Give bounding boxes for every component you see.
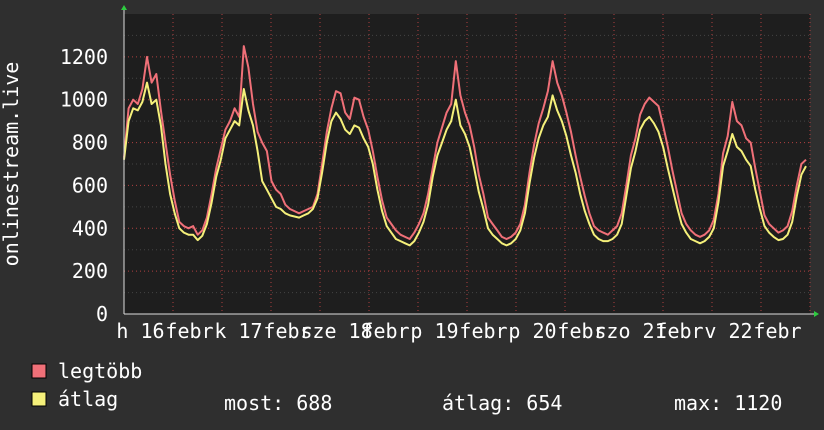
- x-tick-label: v 22: [704, 319, 752, 343]
- legend-label: átlag: [58, 387, 118, 411]
- legend-label: legtöbb: [58, 359, 142, 383]
- x-tick-label: p 19: [410, 319, 458, 343]
- stat-item: max: 1120: [674, 391, 782, 415]
- legend-swatch: [31, 391, 47, 407]
- x-tick-label: h 16: [116, 319, 164, 343]
- y-axis-arrow: [121, 5, 127, 10]
- x-tick-label: febr: [459, 319, 507, 343]
- x-axis-arrow: [814, 311, 819, 317]
- y-tick-label: 400: [72, 216, 108, 240]
- stat-item: most: 688: [224, 391, 332, 415]
- x-tick-label: febr: [753, 319, 801, 343]
- y-tick-label: 800: [72, 131, 108, 155]
- x-tick-label: febr: [361, 319, 409, 343]
- legend-swatch: [31, 363, 47, 379]
- stat-item: átlag: 654: [442, 391, 562, 415]
- x-tick-label: k 17: [214, 319, 262, 343]
- x-tick-label: febr: [655, 319, 703, 343]
- y-tick-label: 1200: [60, 45, 108, 69]
- y-tick-label: 0: [96, 302, 108, 326]
- x-tick-label: febr: [165, 319, 213, 343]
- y-tick-label: 600: [72, 173, 108, 197]
- chart-root: 0 200 400 600 800 1000 1200 h 16 febr k 17 febr sz…: [0, 0, 824, 430]
- chart-svg: 020040060080010001200 h 16 febr k 17 febrsz…: [0, 5, 819, 415]
- y-axis-label: onlinestream.live: [0, 62, 23, 267]
- y-tick-label: 200: [72, 259, 108, 283]
- y-tick-label: 1000: [60, 88, 108, 112]
- x-tick-label: p 20: [508, 319, 556, 343]
